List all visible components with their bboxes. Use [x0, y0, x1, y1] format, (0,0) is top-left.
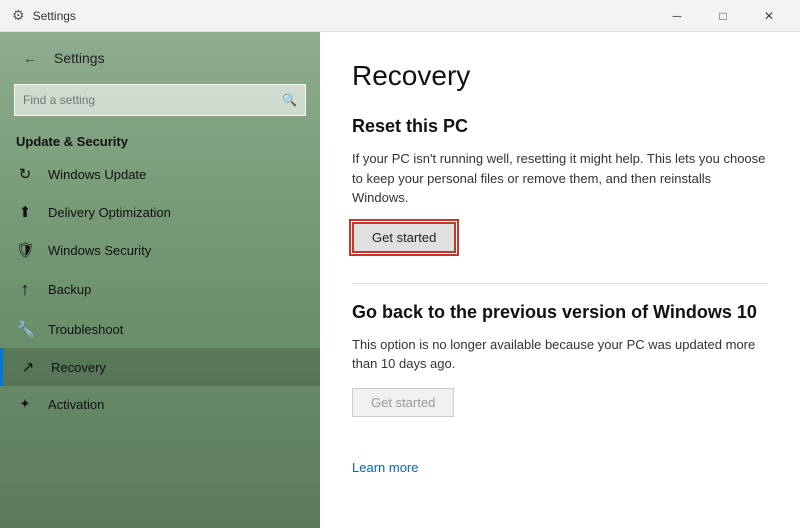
search-icon: 🔍 [282, 93, 297, 107]
nav-delivery-optimization[interactable]: ⬆ Delivery Optimization [0, 193, 320, 231]
sidebar-header: ← Settings [0, 32, 320, 84]
minimize-button[interactable]: ─ [654, 0, 700, 32]
page-title: Recovery [352, 60, 768, 92]
reset-get-started-button[interactable]: Get started [352, 222, 456, 253]
nav-backup[interactable]: ↑ Backup [0, 269, 320, 310]
nav-label-recovery: Recovery [51, 360, 106, 375]
go-back-desc: This option is no longer available becau… [352, 335, 768, 374]
search-input[interactable] [23, 93, 276, 107]
reset-pc-title: Reset this PC [352, 116, 768, 137]
close-button[interactable]: ✕ [746, 0, 792, 32]
nav-troubleshoot[interactable]: 🔧 Troubleshoot [0, 310, 320, 348]
windows-security-icon: 🛡 [16, 241, 34, 259]
sidebar: ← Settings 🔍 Update & Security ↻ Windows… [0, 32, 320, 528]
search-box[interactable]: 🔍 [14, 84, 306, 116]
troubleshoot-icon: 🔧 [16, 320, 34, 338]
back-button[interactable]: ← [16, 44, 44, 72]
recovery-icon: ↗ [19, 358, 37, 376]
nav-label-troubleshoot: Troubleshoot [48, 322, 123, 337]
nav-recovery[interactable]: ↗ Recovery [0, 348, 320, 386]
nav-label-backup: Backup [48, 282, 91, 297]
backup-icon: ↑ [16, 279, 34, 300]
title-bar: ⚙ Settings ─ □ ✕ [0, 0, 800, 32]
nav-label-delivery-optimization: Delivery Optimization [48, 205, 171, 220]
activation-icon: ✦ [16, 396, 34, 412]
title-bar-controls: ─ □ ✕ [654, 0, 792, 32]
go-back-get-started-button: Get started [352, 388, 454, 417]
main-area: ← Settings 🔍 Update & Security ↻ Windows… [0, 32, 800, 528]
delivery-optimization-icon: ⬆ [16, 203, 34, 221]
learn-more-link[interactable]: Learn more [352, 460, 418, 475]
section-divider [352, 283, 768, 284]
windows-update-icon: ↻ [16, 165, 34, 183]
content-area: Recovery Reset this PC If your PC isn't … [320, 32, 800, 528]
nav-label-windows-update: Windows Update [48, 167, 146, 182]
sidebar-section-title: Update & Security [0, 126, 320, 155]
title-bar-title: Settings [33, 9, 76, 23]
go-back-title: Go back to the previous version of Windo… [352, 302, 768, 323]
settings-icon: ⚙ [12, 7, 25, 24]
nav-windows-security[interactable]: 🛡 Windows Security [0, 231, 320, 269]
sidebar-app-title: Settings [54, 50, 105, 66]
nav-activation[interactable]: ✦ Activation [0, 386, 320, 422]
nav-label-activation: Activation [48, 397, 104, 412]
title-bar-left: ⚙ Settings [12, 7, 76, 24]
nav-windows-update[interactable]: ↻ Windows Update [0, 155, 320, 193]
nav-label-windows-security: Windows Security [48, 243, 151, 258]
maximize-button[interactable]: □ [700, 0, 746, 32]
reset-pc-desc: If your PC isn't running well, resetting… [352, 149, 768, 208]
